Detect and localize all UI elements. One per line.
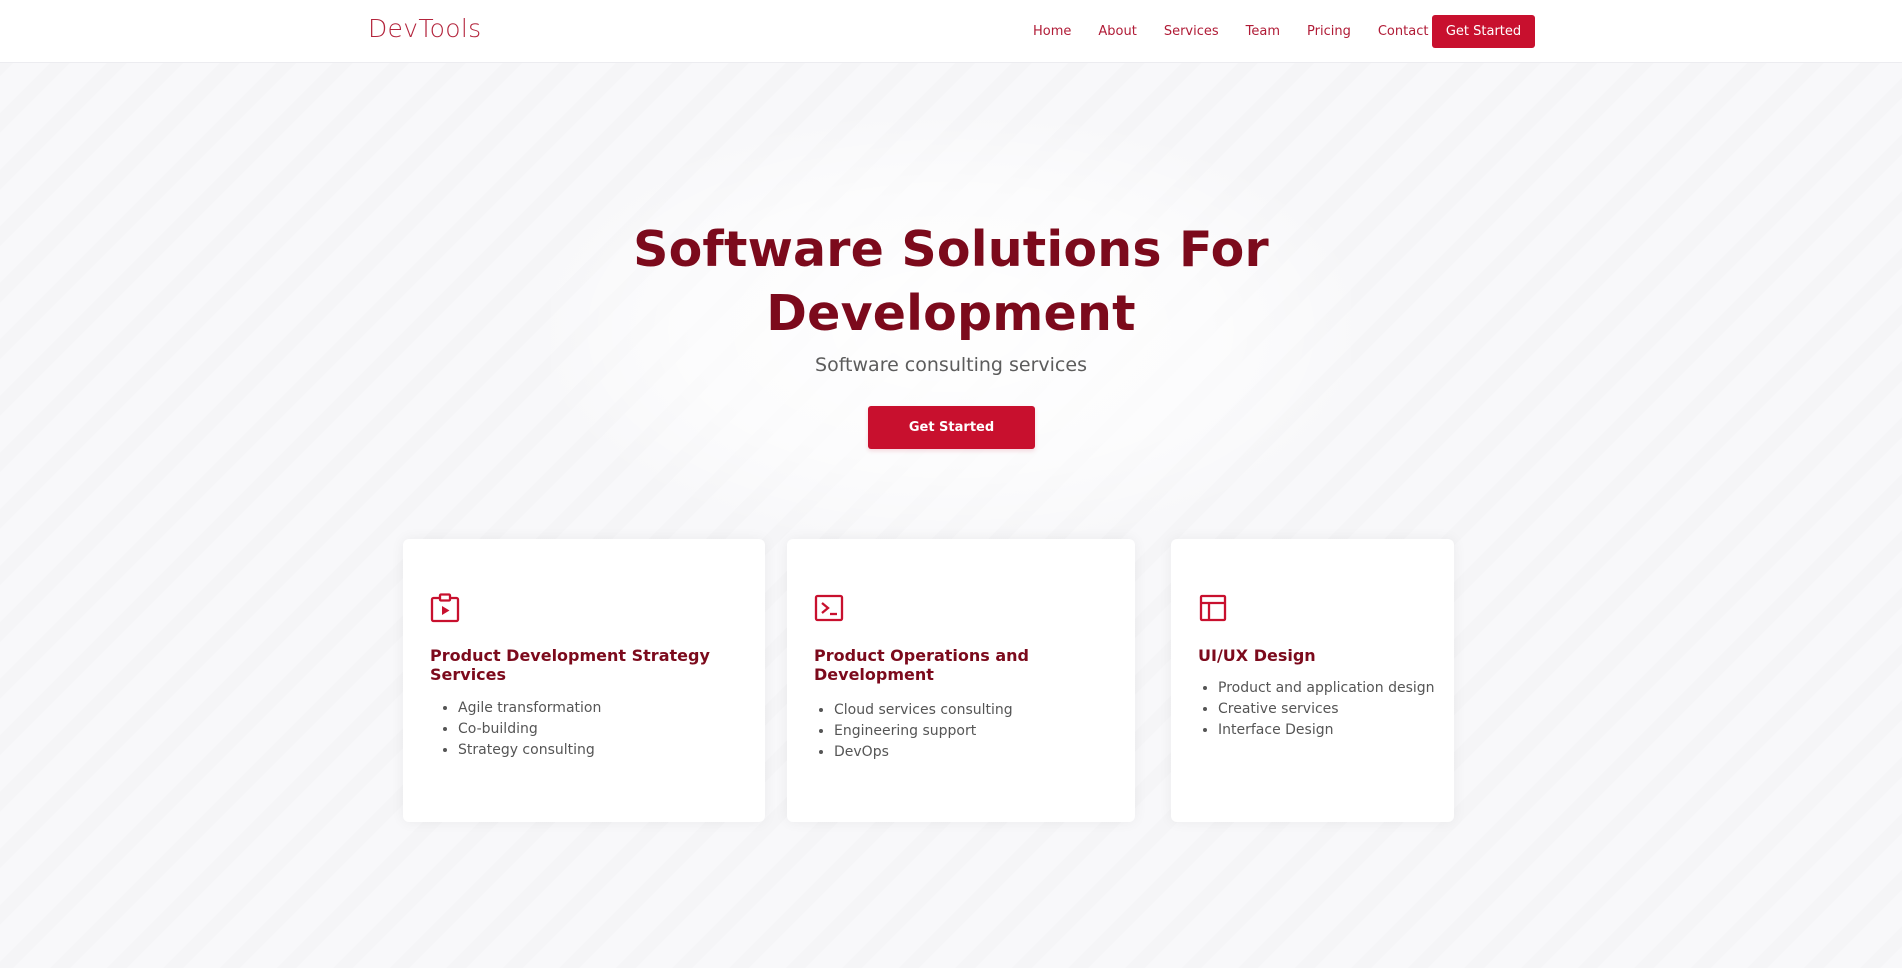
service-card-strategy: Product Development Strategy Services Ag…	[403, 539, 765, 822]
hero-subtitle: Software consulting services	[815, 354, 1087, 376]
nav-services[interactable]: Services	[1164, 24, 1219, 39]
list-item: DevOps	[834, 742, 1125, 763]
list-item: Interface Design	[1218, 720, 1444, 741]
nav-team[interactable]: Team	[1246, 24, 1280, 39]
nav-contact[interactable]: Contact	[1378, 24, 1429, 39]
list-item: Creative services	[1218, 699, 1444, 720]
service-card-list: Agile transformation Co-building Strateg…	[458, 698, 755, 761]
hero-title: Software Solutions For Development	[633, 221, 1269, 342]
service-card-design: UI/UX Design Product and application des…	[1171, 539, 1454, 822]
service-card-title: Product Operations and Development	[814, 646, 1029, 684]
service-card-operations: Product Operations and Development Cloud…	[787, 539, 1135, 822]
service-card-list: Product and application design Creative …	[1218, 678, 1444, 741]
list-item: Agile transformation	[458, 698, 755, 719]
nav-about[interactable]: About	[1098, 24, 1136, 39]
list-item: Cloud services consulting	[834, 700, 1125, 721]
site-logo[interactable]: DevTools	[368, 14, 481, 43]
service-card-list: Cloud services consulting Engineering su…	[834, 700, 1125, 763]
terminal-icon	[814, 593, 844, 623]
service-card-title: Product Development Strategy Services	[430, 646, 710, 684]
clipboard-play-icon	[430, 593, 460, 623]
site-header: DevTools Home About Services Team Pricin…	[0, 0, 1902, 63]
nav-home[interactable]: Home	[1033, 24, 1071, 39]
main-nav: Home About Services Team Pricing Contact	[1033, 0, 1455, 63]
hero-get-started-button[interactable]: Get Started	[868, 406, 1035, 449]
service-card-title: UI/UX Design	[1198, 646, 1316, 665]
list-item: Co-building	[458, 719, 755, 740]
nav-pricing[interactable]: Pricing	[1307, 24, 1351, 39]
header-get-started-button[interactable]: Get Started	[1432, 15, 1535, 48]
list-item: Engineering support	[834, 721, 1125, 742]
list-item: Product and application design	[1218, 678, 1444, 699]
layout-icon	[1198, 593, 1228, 623]
list-item: Strategy consulting	[458, 740, 755, 761]
